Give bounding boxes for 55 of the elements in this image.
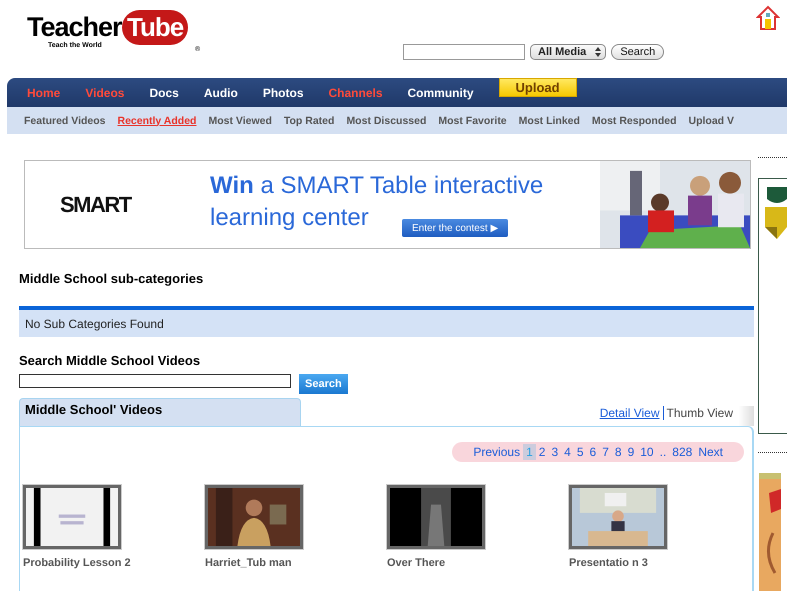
logo-text: Teacher	[27, 14, 122, 41]
video-title[interactable]: Harriet_Tub man	[205, 556, 292, 570]
message-bar: No Sub Categories Found	[19, 306, 754, 337]
search-field[interactable]	[403, 44, 525, 60]
page-link[interactable]: Next	[695, 444, 726, 460]
ribbon-icon	[765, 207, 787, 239]
page-link[interactable]: 5	[574, 444, 586, 460]
subnav-link[interactable]: Recently Added	[118, 114, 196, 126]
page-link[interactable]: 8	[612, 444, 625, 460]
page-link[interactable]: 9	[624, 444, 638, 460]
subnav-link[interactable]: Most Favorite	[438, 114, 507, 126]
logo-apple: Tube	[122, 10, 188, 45]
media-select[interactable]: All Media	[530, 44, 606, 60]
upload-button[interactable]: Upload	[498, 78, 577, 97]
ad-headline: Win a SMART Table interactive	[210, 170, 544, 200]
subnav-link[interactable]: Upload V	[688, 114, 734, 126]
page-link[interactable]: 828	[669, 444, 696, 460]
page-link[interactable]: 10	[637, 444, 657, 460]
section-heading: Search Middle School Videos	[19, 353, 202, 368]
search-button[interactable]: Search	[611, 44, 664, 60]
nav-link[interactable]: Videos	[85, 86, 124, 100]
video-title[interactable]: Over There	[387, 556, 446, 570]
page-link[interactable]: 4	[561, 444, 574, 460]
subnav-link[interactable]: Most Linked	[518, 114, 580, 126]
panel-tab[interactable]: Middle School' Videos	[19, 398, 301, 426]
page-link[interactable]: ..	[656, 444, 670, 460]
page-link[interactable]: 2	[536, 444, 548, 460]
ad-banner[interactable]: SMART Win a SMART Table interactive learning center Enter the contest ▶	[24, 160, 751, 249]
page-link[interactable]: 7	[599, 444, 612, 460]
view-link[interactable]: Detail View	[596, 406, 663, 420]
section-heading: Middle School sub-categories	[19, 271, 204, 286]
subnav-link[interactable]: Most Viewed	[208, 114, 272, 126]
nav-link[interactable]: Audio	[204, 86, 238, 100]
nav-link[interactable]: Docs	[149, 86, 179, 100]
contest-button[interactable]: Enter the contest ▶	[402, 218, 508, 236]
search-button[interactable]: Search	[299, 374, 348, 394]
ad-headline: learning center	[210, 202, 369, 232]
brand-logo: SMART	[60, 192, 132, 218]
view-link[interactable]: Thumb View	[662, 406, 736, 420]
nav-link[interactable]: Home	[27, 86, 60, 100]
page-link[interactable]: 3	[548, 444, 562, 460]
subnav-link[interactable]: Top Rated	[284, 114, 334, 126]
video-title[interactable]: Presentatio n 3	[569, 556, 648, 570]
nav-link[interactable]: Photos	[262, 86, 304, 100]
subnav-link[interactable]: Featured Videos	[24, 114, 106, 126]
video-title[interactable]: Probability Lesson 2	[23, 556, 131, 570]
page-link[interactable]: 6	[586, 444, 600, 460]
subnav-link[interactable]: Most Discussed	[346, 114, 426, 126]
dropdown-arrows-icon	[595, 47, 602, 58]
home-icon[interactable]	[756, 5, 780, 31]
nav-link[interactable]: Channels	[328, 86, 383, 100]
nav-link[interactable]: Community	[408, 86, 474, 100]
subnav-link[interactable]: Most Responded	[592, 114, 677, 126]
page-link[interactable]: Previous	[470, 444, 524, 460]
search-field[interactable]	[19, 374, 291, 388]
